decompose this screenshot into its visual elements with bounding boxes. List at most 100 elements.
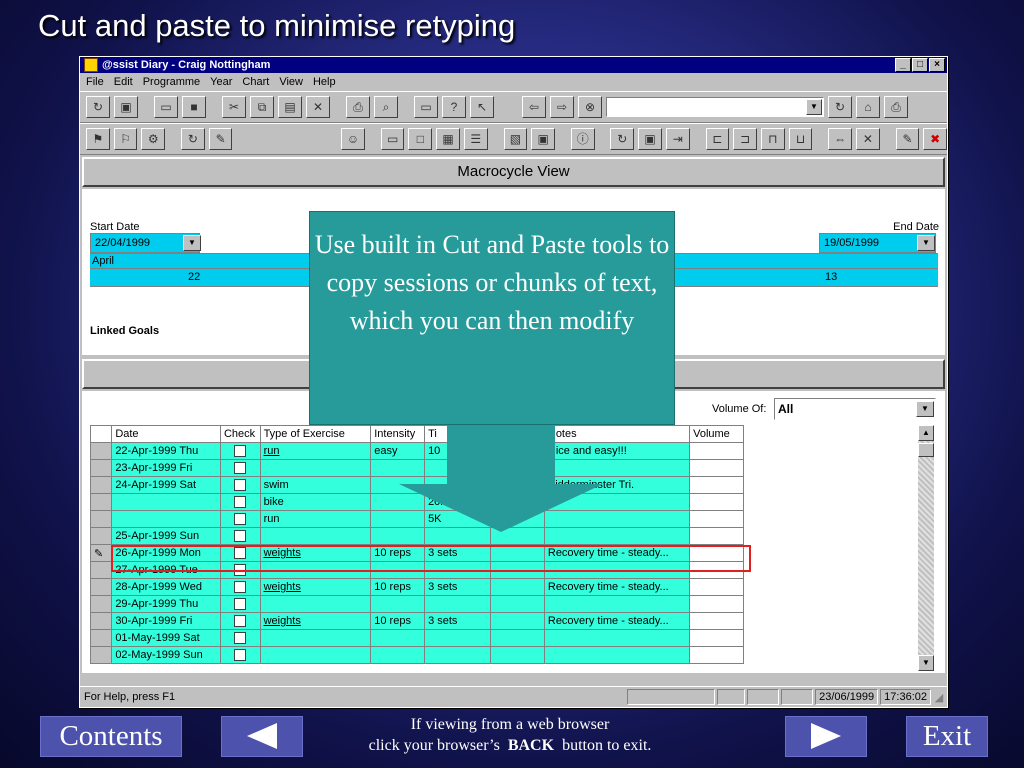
table-row[interactable]: 29-Apr-1999 Thu	[89, 595, 744, 613]
align-top-icon[interactable]: ⊓	[760, 128, 785, 150]
print-icon-2[interactable]: ⎙	[884, 96, 908, 118]
menu-programme[interactable]: Programme	[143, 76, 200, 88]
cell-time[interactable]: 3 sets	[424, 578, 492, 596]
cell-date[interactable]: 01-May-1999 Sat	[111, 629, 221, 647]
cell-intensity[interactable]: 10 reps	[370, 612, 426, 630]
forward-icon[interactable]: ⇨	[550, 96, 574, 118]
cell-volume[interactable]	[689, 578, 744, 596]
table-row[interactable]: 30-Apr-1999 Fri weights 10 reps 3 sets Recov…	[89, 612, 744, 630]
cell-time[interactable]: 3 sets	[424, 612, 492, 630]
cell-type[interactable]: run	[259, 442, 372, 460]
cell-type[interactable]	[259, 646, 372, 664]
row-marker[interactable]	[89, 510, 113, 528]
tools-icon[interactable]: ⚙	[141, 128, 166, 150]
info-icon[interactable]: ⓘ	[570, 128, 595, 150]
cell-time[interactable]	[424, 595, 492, 613]
view-day-icon[interactable]: ▭	[380, 128, 405, 150]
checkbox[interactable]	[234, 581, 247, 594]
menu-edit[interactable]: Edit	[114, 76, 133, 88]
cell-blank[interactable]	[490, 646, 545, 664]
cell-check[interactable]	[219, 442, 261, 460]
back-icon[interactable]: ⇦	[522, 96, 546, 118]
view-month-icon[interactable]: ▦	[436, 128, 460, 150]
align-right-icon[interactable]: ⊐	[733, 128, 757, 150]
row-marker[interactable]	[89, 612, 113, 630]
delete-icon[interactable]: ✕	[306, 96, 330, 118]
start-date-field[interactable]: 22/04/1999 ▼	[90, 233, 201, 253]
cell-intensity[interactable]	[370, 629, 426, 647]
checkbox[interactable]	[234, 615, 247, 628]
checkbox[interactable]	[234, 598, 247, 611]
row-marker[interactable]	[89, 476, 113, 494]
menu-file[interactable]: File	[86, 76, 104, 88]
table-row[interactable]: 01-May-1999 Sat	[89, 629, 744, 647]
note-icon[interactable]: ▭	[414, 96, 438, 118]
cell-date[interactable]: 28-Apr-1999 Wed	[111, 578, 221, 596]
volume-select[interactable]: All ▼	[774, 398, 936, 420]
paste-icon[interactable]: ▤	[278, 96, 302, 118]
address-combo[interactable]: ▼	[606, 97, 824, 117]
row-marker[interactable]	[89, 629, 113, 647]
cell-date[interactable]: 23-Apr-1999 Fri	[111, 459, 221, 477]
end-date-field[interactable]: 19/05/1999 ▼	[819, 233, 936, 253]
window-titlebar[interactable]: @ssist Diary - Craig Nottingham _ □ ×	[80, 57, 947, 73]
cell-check[interactable]	[219, 578, 261, 596]
column-width-icon[interactable]: ⇔	[828, 128, 852, 150]
chevron-down-icon[interactable]: ▼	[806, 99, 822, 115]
checkbox[interactable]	[234, 496, 247, 509]
calendar-icon[interactable]: ▣	[531, 128, 555, 150]
cell-type[interactable]: weights	[259, 578, 372, 596]
cell-intensity[interactable]: 10 reps	[370, 578, 426, 596]
contents-button[interactable]: Contents	[40, 716, 182, 757]
menu-view[interactable]: View	[279, 76, 303, 88]
open-icon[interactable]: ▭	[154, 96, 178, 118]
cell-type[interactable]	[259, 459, 372, 477]
cell-volume[interactable]	[689, 595, 744, 613]
column-header-intensity[interactable]: Intensity	[370, 425, 426, 443]
edit-icon[interactable]: ✎	[208, 128, 233, 150]
previous-button[interactable]	[221, 716, 303, 757]
column-header-volume[interactable]: Volume	[689, 425, 744, 443]
align-left-icon[interactable]: ⊏	[705, 128, 730, 150]
print-icon[interactable]: ⎙	[346, 96, 370, 118]
chevron-down-icon[interactable]: ▼	[183, 235, 201, 251]
cell-check[interactable]	[219, 493, 261, 511]
maximize-button[interactable]: □	[912, 58, 928, 72]
checkbox[interactable]	[234, 530, 247, 543]
cell-date[interactable]: 30-Apr-1999 Fri	[111, 612, 221, 630]
cell-volume[interactable]	[689, 459, 744, 477]
close-button[interactable]: ×	[929, 58, 945, 72]
checkbox[interactable]	[234, 649, 247, 662]
refresh-icon[interactable]: ↻	[86, 96, 110, 118]
row-marker[interactable]	[89, 646, 113, 664]
stop-icon[interactable]: ⊗	[578, 96, 602, 118]
table-row[interactable]: 23-Apr-1999 Fri	[89, 459, 744, 477]
row-marker[interactable]	[89, 459, 113, 477]
resize-grip-icon[interactable]: ◢	[931, 691, 947, 704]
row-marker[interactable]	[89, 527, 113, 545]
find-icon[interactable]: ⌕	[374, 96, 398, 118]
next-button[interactable]	[785, 716, 867, 757]
scroll-thumb[interactable]	[918, 443, 934, 457]
cell-time[interactable]	[424, 646, 492, 664]
save-icon[interactable]: ■	[182, 96, 206, 118]
column-header-type[interactable]: Type of Exercise	[259, 425, 372, 443]
scroll-down-icon[interactable]: ▼	[918, 655, 934, 671]
view-week-icon[interactable]: □	[408, 128, 433, 150]
row-marker[interactable]	[89, 578, 113, 596]
cell-volume[interactable]	[689, 476, 744, 494]
cell-date[interactable]: 02-May-1999 Sun	[111, 646, 221, 664]
cell-blank[interactable]	[490, 612, 545, 630]
goals-edit-icon[interactable]: ⚐	[113, 128, 138, 150]
menu-chart[interactable]: Chart	[242, 76, 269, 88]
cell-notes[interactable]: Recovery time - steady...	[543, 612, 691, 630]
cell-type[interactable]	[259, 527, 372, 545]
view-list-icon[interactable]: ☰	[463, 128, 488, 150]
cell-intensity[interactable]: easy	[370, 442, 426, 460]
cell-date[interactable]: 29-Apr-1999 Thu	[111, 595, 221, 613]
cell-check[interactable]	[219, 476, 261, 494]
cell-type[interactable]	[259, 595, 372, 613]
home-icon[interactable]: ⌂	[856, 96, 880, 118]
cell-notes[interactable]	[543, 595, 691, 613]
properties-icon[interactable]: ▣	[114, 96, 138, 118]
